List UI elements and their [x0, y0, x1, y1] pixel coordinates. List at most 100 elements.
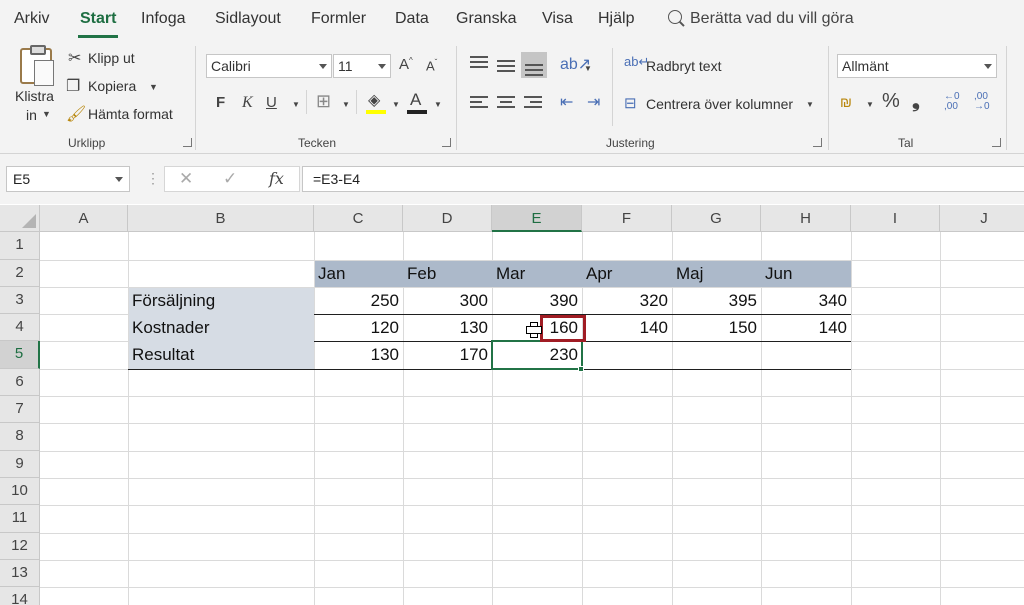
cell-d4[interactable]: 130 — [403, 315, 492, 341]
row-header-9[interactable]: 9 — [0, 451, 40, 478]
column-header-i[interactable]: I — [851, 205, 940, 232]
row-header-10[interactable]: 10 — [0, 478, 40, 505]
tab-infoga[interactable]: Infoga — [141, 10, 185, 28]
cell-f2[interactable]: Apr — [582, 261, 672, 287]
paste-label[interactable]: Klistra — [15, 88, 54, 104]
cell-d3[interactable]: 300 — [403, 288, 492, 314]
align-right-icon[interactable] — [524, 96, 542, 110]
comma-button[interactable]: ❟ — [912, 90, 920, 113]
currency-icon[interactable]: ₪ — [840, 94, 852, 110]
tab-data[interactable]: Data — [395, 10, 429, 28]
column-header-b[interactable]: B — [128, 205, 314, 232]
chevron-down-icon[interactable]: ▼ — [149, 82, 158, 92]
cell-c3[interactable]: 250 — [314, 288, 403, 314]
font-name-select[interactable]: Calibri — [206, 54, 332, 78]
column-header-f[interactable]: F — [582, 205, 672, 232]
italic-button[interactable]: K — [242, 94, 253, 112]
dialog-launcher-icon[interactable] — [992, 138, 1001, 147]
column-header-g[interactable]: G — [672, 205, 761, 232]
scissors-icon[interactable]: ✂ — [68, 48, 81, 68]
select-all-button[interactable] — [0, 205, 40, 232]
tab-sidlayout[interactable]: Sidlayout — [215, 10, 281, 28]
cut-button[interactable]: Klipp ut — [88, 50, 135, 66]
decrease-decimal-icon[interactable]: ,00 →0 — [974, 92, 990, 112]
wrap-text-button[interactable]: Radbryt text — [646, 58, 721, 74]
column-header-j[interactable]: J — [940, 205, 1024, 232]
align-top-icon[interactable] — [470, 56, 488, 70]
paste-icon[interactable] — [20, 45, 54, 86]
align-middle-icon[interactable] — [497, 60, 515, 74]
chevron-down-icon[interactable]: ▼ — [42, 109, 51, 119]
row-header-11[interactable]: 11 — [0, 505, 40, 533]
tab-hjalp[interactable]: Hjälp — [598, 10, 634, 28]
dialog-launcher-icon[interactable] — [442, 138, 451, 147]
drag-handle-icon[interactable]: ⋮ — [146, 170, 160, 187]
row-header-12[interactable]: 12 — [0, 533, 40, 560]
column-header-e[interactable]: E — [492, 205, 582, 232]
active-cell-selection[interactable] — [491, 340, 583, 370]
borders-icon[interactable]: ⊞ — [316, 91, 331, 112]
increase-font-icon[interactable]: A^ — [399, 56, 413, 73]
cell-f3[interactable]: 320 — [582, 288, 672, 314]
tab-granska[interactable]: Granska — [456, 10, 516, 28]
chevron-down-icon[interactable]: ▼ — [434, 100, 442, 109]
cancel-icon[interactable]: ✕ — [179, 169, 193, 189]
chevron-down-icon[interactable]: ▼ — [392, 100, 400, 109]
dialog-launcher-icon[interactable] — [813, 138, 822, 147]
tab-arkiv[interactable]: Arkiv — [14, 10, 50, 28]
cell-b5[interactable]: Resultat — [128, 342, 314, 368]
cell-e2[interactable]: Mar — [492, 261, 582, 287]
name-box[interactable]: E5 — [6, 166, 130, 192]
chevron-down-icon[interactable]: ▼ — [806, 100, 814, 109]
tab-formler[interactable]: Formler — [311, 10, 366, 28]
row-header-7[interactable]: 7 — [0, 396, 40, 423]
column-header-d[interactable]: D — [403, 205, 492, 232]
chevron-down-icon[interactable]: ▼ — [584, 64, 592, 73]
align-center-icon[interactable] — [497, 96, 515, 110]
cell-f4[interactable]: 140 — [582, 315, 672, 341]
merge-center-button[interactable]: Centrera över kolumner — [646, 96, 793, 112]
chevron-down-icon[interactable]: ▼ — [866, 100, 874, 109]
row-header-8[interactable]: 8 — [0, 423, 40, 451]
cell-c5[interactable]: 130 — [314, 342, 403, 368]
tab-start[interactable]: Start — [80, 10, 116, 28]
cell-d2[interactable]: Feb — [403, 261, 492, 287]
bold-button[interactable]: F — [216, 94, 225, 111]
tell-me-box[interactable]: Berätta vad du vill göra — [668, 10, 854, 28]
row-header-3[interactable]: 3 — [0, 287, 40, 314]
fill-handle[interactable] — [578, 366, 584, 372]
column-header-c[interactable]: C — [314, 205, 403, 232]
increase-decimal-icon[interactable]: ←0,00 — [944, 92, 960, 112]
cell-h3[interactable]: 340 — [761, 288, 851, 314]
row-header-1[interactable]: 1 — [0, 232, 40, 260]
font-size-select[interactable]: 11 — [333, 54, 391, 78]
format-painter-icon[interactable]: 🖌 — [66, 104, 86, 124]
align-left-icon[interactable] — [470, 96, 488, 110]
row-header-14[interactable]: 14 — [0, 587, 40, 605]
column-header-h[interactable]: H — [761, 205, 851, 232]
insert-function-icon[interactable]: fx — [269, 169, 284, 188]
cell-g3[interactable]: 395 — [672, 288, 761, 314]
decrease-indent-icon[interactable]: ⇤ — [560, 92, 573, 112]
spreadsheet-grid[interactable]: A B C D E F G H I J 1 2 3 4 5 6 7 8 9 10… — [0, 205, 1024, 605]
cell-h4[interactable]: 140 — [761, 315, 851, 341]
percent-button[interactable]: % — [882, 90, 900, 113]
increase-indent-icon[interactable]: ⇥ — [587, 92, 600, 112]
row-header-13[interactable]: 13 — [0, 560, 40, 587]
merge-center-icon[interactable]: ⊟ — [624, 94, 637, 112]
chevron-down-icon[interactable]: ▼ — [292, 100, 300, 109]
column-header-a[interactable]: A — [40, 205, 128, 232]
cell-e3[interactable]: 390 — [492, 288, 582, 314]
paste-label-2[interactable]: in — [26, 107, 37, 123]
chevron-down-icon[interactable]: ▼ — [342, 100, 350, 109]
underline-button[interactable]: U — [266, 94, 277, 111]
cell-d5[interactable]: 170 — [403, 342, 492, 368]
copy-button[interactable]: Kopiera — [88, 78, 136, 94]
decrease-font-icon[interactable]: Aˇ — [426, 58, 437, 73]
number-format-select[interactable]: Allmänt — [837, 54, 997, 78]
font-color-icon[interactable]: A — [410, 90, 421, 110]
cell-g2[interactable]: Maj — [672, 261, 761, 287]
format-painter-button[interactable]: Hämta format — [88, 106, 173, 122]
dialog-launcher-icon[interactable] — [183, 138, 192, 147]
cell-g4[interactable]: 150 — [672, 315, 761, 341]
